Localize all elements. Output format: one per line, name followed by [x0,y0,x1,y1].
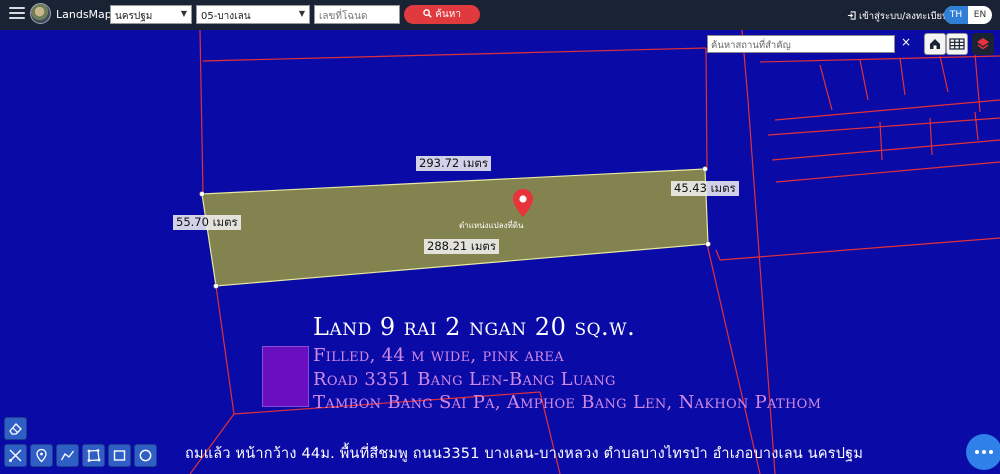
grid-button[interactable] [946,33,968,55]
chevron-down-icon: ▼ [180,9,187,18]
login-label: เข้าสู่ระบบ/ลงทะเบียน [859,11,949,22]
chevron-down-icon: ▼ [298,9,305,18]
search-label: ค้นหา [435,9,461,20]
top-bar: LandsMaps นครปฐม ▼ 05-บางเลน ▼ เลขที่โฉน… [0,0,1000,30]
home-icon [930,39,940,49]
eraser-tool-button[interactable] [4,417,27,440]
lang-en-button[interactable]: EN [968,6,992,24]
district-value: 05-บางเลน [201,11,251,22]
filled-info: Filled, 44 m wide, pink area [313,345,564,366]
place-search-input[interactable]: ค้นหาสถานที่สำคัญ [707,35,895,53]
polygon-icon [87,449,101,462]
eraser-icon [9,423,22,435]
search-button[interactable]: ค้นหา [404,5,480,24]
measurement-top: 293.72 เมตร [416,156,492,171]
layers-icon [977,38,989,50]
deed-number-input[interactable]: เลขที่โฉนด [314,5,400,24]
measure-icon [9,449,22,462]
login-link[interactable]: เข้าสู่ระบบ/ลงทะเบียน [847,9,949,24]
circle-tool-button[interactable] [134,444,157,467]
rectangle-tool-button[interactable] [108,444,131,467]
road-info: Road 3351 Bang Len-Bang Luang [313,369,616,390]
brand-name: LandsMaps [56,8,118,21]
district-select[interactable]: 05-บางเลน ▼ [196,5,310,24]
land-title: Land 9 rai 2 ngan 20 sq.w. [313,313,636,341]
grid-icon [949,38,965,50]
measure-tool-button[interactable] [4,444,27,467]
search-icon [423,9,432,18]
map-marker-icon [36,448,47,463]
pink-area-swatch [262,346,309,407]
polygon-tool-button[interactable] [82,444,105,467]
more-dots-icon [975,450,979,454]
measurement-left: 55.70 เมตร [173,215,241,230]
rectangle-icon [113,450,126,461]
circle-icon [139,449,152,462]
selected-parcel [201,168,709,287]
place-search-placeholder: ค้นหาสถานที่สำคัญ [711,40,791,51]
polyline-icon [60,450,75,461]
thai-caption: ถมแล้ว หน้ากว้าง 44ม. พื้นที่สีชมพู ถนน3… [185,446,864,462]
location-info: Tambon Bang Sai Pa, Amphoe Bang Len, Nak… [313,392,822,413]
deed-placeholder: เลขที่โฉนด [319,11,368,22]
line-tool-button[interactable] [56,444,79,467]
app-logo [30,3,51,24]
layers-button[interactable] [972,33,994,55]
lang-th-button[interactable]: TH [944,6,968,24]
point-tool-button[interactable] [30,444,53,467]
language-toggle: TH EN [944,6,992,24]
home-button[interactable] [924,33,946,55]
measurement-bottom: 288.21 เมตร [424,239,500,254]
menu-icon[interactable] [9,7,25,21]
province-value: นครปฐม [115,11,153,22]
parcel-pin-label: ตำแหน่งแปลงที่ดิน [459,221,524,230]
province-select[interactable]: นครปฐม ▼ [110,5,192,24]
login-icon [847,11,856,20]
more-options-button[interactable] [966,434,1000,470]
clear-search-icon[interactable]: × [901,35,911,49]
measurement-right: 45.43 เมตร [671,181,739,196]
